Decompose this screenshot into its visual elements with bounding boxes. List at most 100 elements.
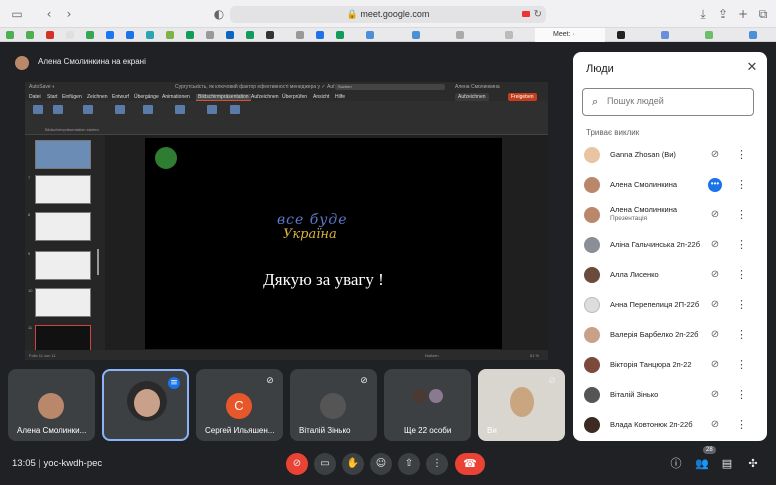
mic-off-button[interactable]: ⊘	[286, 453, 308, 475]
raise-hand-button[interactable]: ✋	[342, 453, 364, 475]
mic-off-icon[interactable]: ⊘	[708, 358, 722, 372]
share-icon[interactable]: ⇪	[716, 7, 730, 21]
ribbon-icon[interactable]	[230, 105, 240, 114]
participant-row[interactable]: Влада Ковтонюк 2п-22б ⊘ ⋮	[573, 411, 767, 439]
more-options-icon[interactable]: ⋮	[736, 328, 747, 342]
tab-favicon[interactable]	[246, 31, 254, 39]
ribbon-icon[interactable]	[53, 105, 63, 114]
tab-favicon[interactable]	[266, 31, 274, 39]
tab-favicon[interactable]	[749, 31, 757, 39]
participant-tile-active-speaker[interactable]: ≡	[102, 369, 189, 441]
menu-item[interactable]: Überprüfen	[282, 94, 307, 100]
tab-favicon[interactable]	[66, 31, 74, 39]
participant-row[interactable]: Алена Смолинкина Презентація ⊘ ⋮	[573, 201, 767, 229]
slide-thumbnail[interactable]	[35, 288, 91, 317]
tab-favicon[interactable]	[26, 31, 34, 39]
people-icon[interactable]: 👥	[694, 456, 710, 472]
tab-favicon[interactable]	[705, 31, 713, 39]
tab-favicon[interactable]	[617, 31, 625, 39]
mic-off-icon[interactable]: ⊘	[708, 328, 722, 342]
ribbon-icon[interactable]	[33, 105, 43, 114]
more-options-button[interactable]: ⋮	[426, 453, 448, 475]
tab-favicon[interactable]	[226, 31, 234, 39]
more-options-icon[interactable]: ⋮	[736, 148, 747, 162]
participant-row[interactable]: Вікторія Танцюра 2п-22 ⊘ ⋮	[573, 351, 767, 379]
tab-favicon[interactable]	[412, 31, 420, 39]
more-options-icon[interactable]: ⋮	[736, 238, 747, 252]
tab-favicon[interactable]	[456, 31, 464, 39]
tab-favicon[interactable]	[46, 31, 54, 39]
meeting-details-icon[interactable]: ⓘ	[668, 456, 684, 472]
tab-favicon[interactable]	[505, 31, 513, 39]
slide-thumbnail[interactable]	[35, 175, 91, 204]
tab-favicon[interactable]	[166, 31, 174, 39]
menu-item[interactable]: Datei	[29, 94, 41, 100]
menu-item[interactable]: Hilfe	[335, 94, 345, 100]
reactions-button[interactable]: ☺	[370, 453, 392, 475]
participant-tile[interactable]: Алена Смолинки...	[8, 369, 95, 441]
menu-item[interactable]: Einfügen	[62, 94, 82, 100]
mic-off-icon[interactable]: ⊘	[708, 148, 722, 162]
self-view-tile[interactable]: ⊘ Ви	[478, 369, 565, 441]
tab-favicon[interactable]	[146, 31, 154, 39]
participant-tile[interactable]: С ⊘ Сергей Ильяшен...	[196, 369, 283, 441]
download-icon[interactable]: ⤓	[696, 7, 710, 21]
ribbon-icon[interactable]	[175, 105, 185, 114]
chat-icon[interactable]: ▤	[719, 456, 735, 472]
participant-row[interactable]: Ganna Zhosan (Ви) ⊘ ⋮	[573, 141, 767, 169]
menu-item[interactable]: Zeichnen	[87, 94, 108, 100]
more-options-icon[interactable]: ⋮	[736, 388, 747, 402]
tab-favicon[interactable]	[6, 31, 14, 39]
more-participants-tile[interactable]: Ще 22 особи	[384, 369, 471, 441]
tab-favicon[interactable]	[106, 31, 114, 39]
tab-favicon[interactable]	[316, 31, 324, 39]
slide-thumbnail[interactable]	[35, 251, 91, 280]
forward-icon[interactable]: ›	[62, 7, 76, 21]
ribbon-icon[interactable]	[207, 105, 217, 114]
reload-icon[interactable]: ↻	[534, 6, 542, 23]
people-search[interactable]: ⌕	[582, 88, 754, 116]
participant-tile[interactable]: ⊘ Віталій Зінько	[290, 369, 377, 441]
search-input[interactable]	[607, 96, 747, 106]
mic-off-icon[interactable]: ⊘	[708, 298, 722, 312]
tab-favicon[interactable]	[206, 31, 214, 39]
close-icon[interactable]: ✕	[745, 60, 759, 75]
slide-thumbnail[interactable]	[35, 212, 91, 241]
slide-thumbnail[interactable]	[35, 140, 91, 169]
powerpoint-search[interactable]: Suchen	[335, 84, 445, 90]
camera-in-use-icon[interactable]	[522, 11, 530, 17]
tab-overview-icon[interactable]: ⧉	[756, 7, 770, 21]
ribbon-icon[interactable]	[143, 105, 153, 114]
present-button[interactable]: ⇧	[398, 453, 420, 475]
notes-button[interactable]: Notizen	[425, 353, 439, 358]
shield-icon[interactable]: ◐	[212, 7, 226, 21]
more-options-icon[interactable]: ⋮	[736, 208, 747, 222]
mic-off-icon[interactable]: ⊘	[708, 268, 722, 282]
more-options-icon[interactable]: ⋮	[736, 298, 747, 312]
menu-item[interactable]: Übergänge	[134, 94, 159, 100]
menu-item[interactable]: Ansicht	[313, 94, 329, 100]
tab-meet-active[interactable]: Meet: ·	[535, 28, 605, 42]
record-button[interactable]: Aufzeichnen	[455, 93, 489, 101]
participant-row[interactable]: Валерія Барбелко 2п-22б ⊘ ⋮	[573, 321, 767, 349]
participant-row[interactable]: Анна Перепелиця 2П-22б ⊘ ⋮	[573, 291, 767, 319]
mic-off-icon[interactable]: ⊘	[708, 238, 722, 252]
tab-favicon[interactable]	[296, 31, 304, 39]
participant-row[interactable]: Аліна Гальчинська 2п-22б ⊘ ⋮	[573, 231, 767, 259]
participant-row[interactable]: Віталій Зінько ⊘ ⋮	[573, 381, 767, 409]
activities-icon[interactable]: ✣	[745, 456, 761, 472]
tab-favicon[interactable]	[186, 31, 194, 39]
tab-favicon[interactable]	[86, 31, 94, 39]
more-options-icon[interactable]: ⋮	[736, 358, 747, 372]
participant-row[interactable]: Алла Лисенко ⊘ ⋮	[573, 261, 767, 289]
more-options-icon[interactable]: ⋮	[736, 268, 747, 282]
menu-item[interactable]: Entwurf	[112, 94, 129, 100]
new-tab-icon[interactable]: +	[736, 7, 750, 21]
ribbon-icon[interactable]	[83, 105, 93, 114]
tab-favicon[interactable]	[336, 31, 344, 39]
more-options-icon[interactable]: ⋮	[736, 178, 747, 192]
scrollbar[interactable]	[97, 249, 99, 275]
sidebar-toggle-icon[interactable]: ▭	[10, 7, 24, 21]
more-options-icon[interactable]: ⋮	[736, 418, 747, 432]
camera-button[interactable]: ▭	[314, 453, 336, 475]
